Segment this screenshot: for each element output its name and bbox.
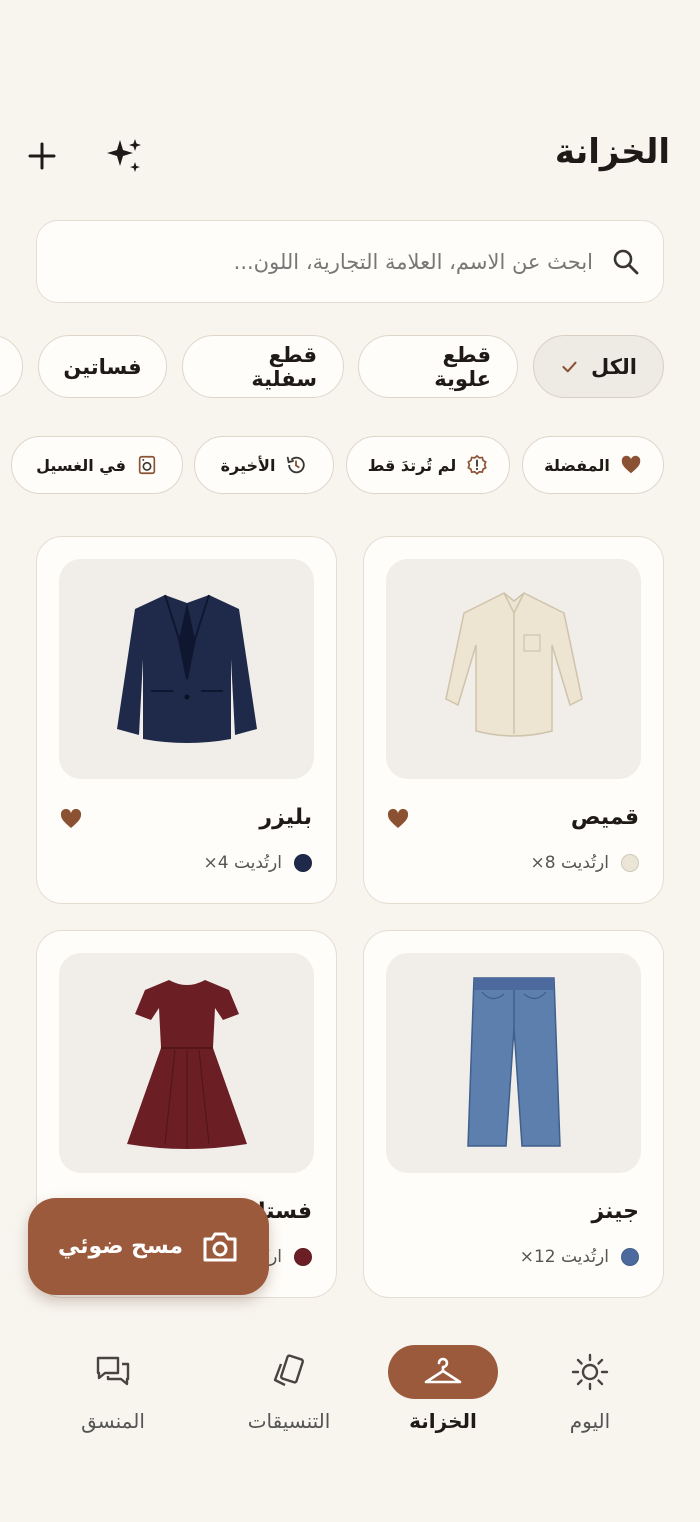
nav-icon-wrap <box>535 1345 645 1399</box>
hanger-icon <box>424 1357 462 1384</box>
nav-icon-wrap <box>58 1345 168 1399</box>
page-title: الخزانة <box>554 132 670 172</box>
filter-recent[interactable]: الأخيرة <box>194 436 334 494</box>
chip-tops[interactable]: قطع علوية <box>358 335 518 398</box>
add-item-button[interactable] <box>20 134 64 178</box>
camera-icon <box>203 1232 237 1261</box>
nav-label: التنسيقات <box>247 1409 331 1433</box>
ai-suggest-button[interactable] <box>102 134 146 178</box>
search-bar[interactable] <box>36 220 664 303</box>
cards-icon <box>273 1354 304 1387</box>
item-image <box>59 953 314 1173</box>
filter-label: لم تُرتدَ قط <box>367 455 457 475</box>
color-swatch <box>621 1248 639 1266</box>
nav-label: الخزانة <box>409 1409 477 1433</box>
filter-chips: المفضلة لم تُرتدَ قط الأخيرة في الغسيل <box>0 436 700 496</box>
nav-stylist[interactable]: المنسق <box>38 1345 188 1445</box>
chip-dresses[interactable]: فساتين <box>38 335 167 398</box>
filter-label: في الغسيل <box>36 455 126 475</box>
heart-icon[interactable] <box>59 807 83 831</box>
shirt-illustration <box>444 592 583 737</box>
search-icon <box>613 249 639 274</box>
jeans-illustration <box>466 977 561 1147</box>
blazer-illustration <box>116 594 257 743</box>
clothing-card[interactable]: بليزر ارتُديت 4× <box>36 536 337 904</box>
nav-today[interactable]: اليوم <box>515 1345 665 1445</box>
search-input[interactable] <box>59 249 593 274</box>
item-meta: ارتُديت 4× <box>203 853 312 873</box>
wear-count: ارتُديت 8× <box>530 853 610 873</box>
chip-label: قطع سفلية <box>251 342 317 391</box>
clothing-card[interactable]: قميص ارتُديت 8× <box>363 536 664 904</box>
item-meta: ارتُديت 12× <box>520 1247 639 1267</box>
filter-favorites[interactable]: المفضلة <box>522 436 664 494</box>
chip-label: الكل <box>590 354 637 379</box>
chip-bottoms[interactable]: قطع سفلية <box>182 335 344 398</box>
plus-icon <box>28 142 56 170</box>
color-swatch <box>621 854 639 872</box>
item-name: قميص <box>570 805 639 830</box>
wear-count: ارتُديت 4× <box>203 853 283 873</box>
chip-more[interactable] <box>0 335 23 398</box>
alert-badge-icon <box>467 454 487 475</box>
item-name: جينز <box>591 1199 639 1224</box>
category-chips: الكل قطع علوية قطع سفلية فساتين <box>0 335 664 399</box>
filter-label: المفضلة <box>544 455 610 475</box>
heart-icon <box>621 455 641 474</box>
chip-label: قطع علوية <box>434 342 491 391</box>
clothing-card[interactable]: جينز ارتُديت 12× <box>363 930 664 1298</box>
dress-illustration <box>126 980 247 1149</box>
nav-label: اليوم <box>569 1409 611 1433</box>
color-swatch <box>294 854 312 872</box>
item-image <box>386 953 641 1173</box>
color-swatch <box>294 1248 312 1266</box>
nav-icon-wrap <box>234 1345 344 1399</box>
check-icon <box>562 361 577 372</box>
filter-label: الأخيرة <box>220 455 276 475</box>
chip-label: فساتين <box>63 354 142 379</box>
nav-closet[interactable]: الخزانة <box>368 1345 518 1445</box>
history-icon <box>287 456 306 474</box>
nav-icon-wrap <box>388 1345 498 1399</box>
washing-machine-icon <box>138 455 156 475</box>
filter-laundry[interactable]: في الغسيل <box>11 436 183 494</box>
item-meta: ارتُديت 8× <box>530 853 639 873</box>
item-image <box>386 559 641 779</box>
nav-label: المنسق <box>81 1409 145 1433</box>
wear-count: ارتُديت 12× <box>519 1247 609 1267</box>
chip-all[interactable]: الكل <box>533 335 664 398</box>
filter-never-worn[interactable]: لم تُرتدَ قط <box>346 436 510 494</box>
closet-screen: الخزانة الكل قطع <box>0 0 700 1522</box>
heart-icon[interactable] <box>386 807 410 831</box>
scan-label: مسح ضوئي <box>57 1234 184 1259</box>
item-name: بليزر <box>259 805 312 830</box>
header: الخزانة <box>0 128 700 184</box>
sun-icon <box>571 1353 609 1391</box>
chat-icon <box>96 1356 130 1386</box>
item-image <box>59 559 314 779</box>
scan-button[interactable]: مسح ضوئي <box>28 1198 269 1295</box>
sparkles-icon <box>107 139 141 172</box>
nav-outfits[interactable]: التنسيقات <box>214 1345 364 1445</box>
